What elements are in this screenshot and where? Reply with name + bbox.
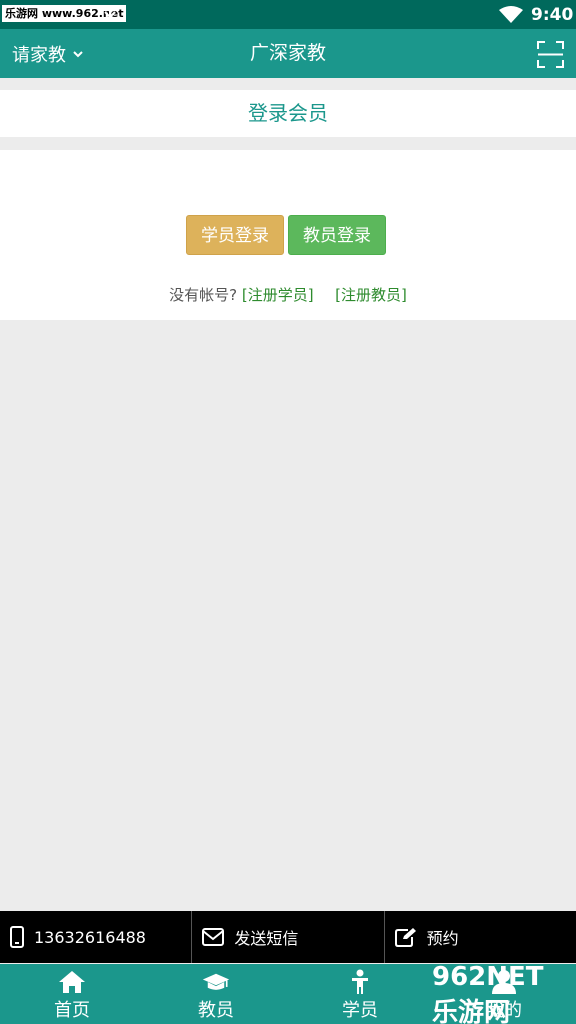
envelope-icon [202, 928, 225, 946]
nav-student[interactable]: 学员 [288, 964, 432, 1024]
phone-number: 13632616488 [34, 927, 146, 947]
login-section-title: 登录会员 [0, 90, 576, 137]
watermark-badge: 962NET 乐游网 [432, 961, 544, 1024]
phone-icon [10, 926, 24, 948]
status-time: 9:40 [531, 5, 574, 25]
nav-home[interactable]: 首页 [0, 964, 144, 1024]
phone-call-button[interactable]: 13632616488 [0, 911, 191, 963]
status-bar: 乐游网 www.962.net 9:40 [0, 0, 576, 29]
send-sms-label: 发送短信 [234, 929, 299, 948]
city-label: 请家教 [12, 44, 66, 66]
app-header: 请家教 广深家教 [0, 29, 576, 78]
teacher-login-button[interactable]: 教员登录 [288, 215, 386, 255]
nav-teacher-label: 教员 [198, 1000, 234, 1021]
wifi-icon [499, 6, 523, 23]
page-title: 广深家教 [249, 42, 326, 64]
chevron-down-icon [73, 50, 83, 57]
register-teacher-link[interactable]: [注册教员] [335, 286, 407, 304]
home-icon [59, 971, 85, 993]
download-icon [104, 6, 116, 22]
login-card: 学员登录 教员登录 没有帐号? [注册学员] [注册教员] [0, 150, 576, 320]
nav-home-label: 首页 [54, 1000, 90, 1021]
graduation-cap-icon [202, 973, 230, 990]
appointment-label: 预约 [426, 929, 459, 948]
contact-bar: 13632616488 发送短信 预约 [0, 911, 576, 963]
scan-icon[interactable] [537, 41, 564, 68]
person-icon [352, 969, 368, 994]
send-sms-button[interactable]: 发送短信 [191, 911, 383, 963]
edit-icon [394, 928, 416, 947]
appointment-button[interactable]: 预约 [383, 911, 576, 963]
register-line: 没有帐号? [注册学员] [注册教员] [0, 284, 576, 305]
nav-teacher[interactable]: 教员 [144, 964, 288, 1024]
no-account-text: 没有帐号? [169, 286, 238, 304]
nav-student-label: 学员 [342, 1000, 378, 1021]
student-login-button[interactable]: 学员登录 [186, 215, 284, 255]
register-student-link[interactable]: [注册学员] [242, 286, 314, 304]
city-select[interactable]: 请家教 [12, 29, 84, 78]
